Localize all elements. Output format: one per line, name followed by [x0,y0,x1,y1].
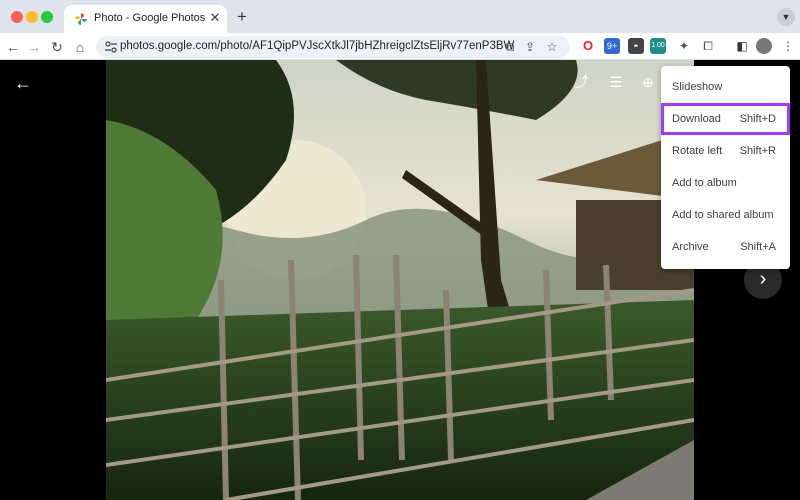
menu-item-label: Add to album [672,177,737,189]
tab-search-chevron-icon[interactable]: ▼ [777,8,795,26]
extension-badge-icon[interactable]: 9+ [604,38,620,54]
url-text: photos.google.com/photo/AF1QipPVJscXtkJl… [120,40,515,52]
tab-title: Photo - Google Photos [94,12,206,24]
side-panel-icon[interactable]: ◧ [734,38,750,54]
tab-google-photos[interactable]: Photo - Google Photos ✕ [64,5,227,33]
menu-item-slideshow[interactable]: Slideshow [661,71,790,103]
incognito-extension-icon[interactable]: ◓ [628,38,644,54]
extensions-puzzle-icon[interactable]: ⧠ [700,38,716,54]
opera-extension-icon[interactable]: O [580,38,596,54]
score-extension-icon[interactable]: 1.00 [650,38,666,54]
back-arrow-icon[interactable]: ← [4,38,22,56]
share-icon[interactable]: ⇪ [522,39,538,55]
back-arrow-icon[interactable]: ← [12,72,34,94]
menu-item-label: Archive [672,241,709,253]
tab-close-icon[interactable]: ✕ [207,10,223,26]
menu-item-shortcut: Shift+D [739,113,776,125]
photo-image [106,60,694,500]
new-tab-button[interactable]: + [232,7,252,27]
share-icon[interactable]: ⤴ [572,72,592,92]
tab-strip: Photo - Google Photos ✕ + ▼ [0,0,800,33]
menu-item-archive[interactable]: Archive Shift+A [661,231,790,263]
menu-item-download[interactable]: Download Shift+D [661,103,790,135]
profile-avatar[interactable] [756,38,772,54]
menu-item-label: Download [672,113,721,125]
address-bar[interactable]: photos.google.com/photo/AF1QipPVJscXtkJl… [96,36,570,58]
zoom-icon[interactable]: ⊕ [638,72,658,92]
browser-toolbar: ← → ↻ ⌂ photos.google.com/photo/AF1QipPV… [0,33,800,60]
menu-item-add-to-album[interactable]: Add to album [661,167,790,199]
google-photos-icon [75,13,87,25]
home-icon[interactable]: ⌂ [71,38,89,56]
extension-score-label: 1.00 [651,42,665,49]
site-settings-icon[interactable] [104,40,118,54]
close-window-button[interactable] [11,11,23,23]
menu-item-label: Rotate left [672,145,723,157]
menu-item-rotate-left[interactable]: Rotate left Shift+R [661,135,790,167]
more-menu-icon[interactable]: ⋮ [780,38,796,54]
install-app-icon[interactable]: ⧉ [502,39,518,55]
minimize-window-button[interactable] [26,11,38,23]
forward-arrow-icon[interactable]: → [25,38,43,56]
menu-item-shortcut: Shift+A [740,241,776,253]
menu-item-label: Slideshow [672,81,723,93]
reload-icon[interactable]: ↻ [48,38,66,56]
bug-extension-icon[interactable]: ✦ [676,38,692,54]
photo-options-menu: Slideshow Download Shift+D Rotate left S… [661,66,790,269]
extension-badge-count: 9+ [606,41,618,51]
bookmark-star-icon[interactable]: ☆ [544,39,560,55]
menu-item-add-to-shared-album[interactable]: Add to shared album [661,199,790,231]
maximize-window-button[interactable] [41,11,53,23]
adjust-icon[interactable]: ☰ [606,72,626,92]
menu-item-shortcut: Shift+R [739,145,776,157]
menu-item-label: Add to shared album [672,209,774,221]
